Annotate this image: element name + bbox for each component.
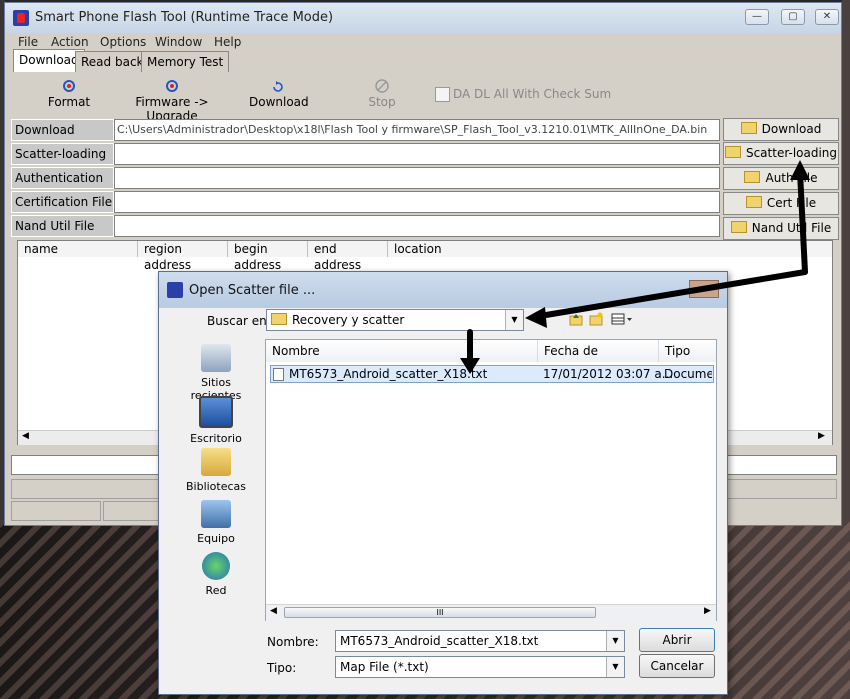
arrowhead-icon bbox=[790, 160, 810, 180]
annotation-arrows bbox=[460, 160, 810, 374]
arrow-up-to-scatter-loading bbox=[797, 169, 808, 275]
arrowhead-icon bbox=[460, 358, 480, 374]
arrow-to-look-in bbox=[537, 269, 808, 319]
arrowhead-icon bbox=[525, 307, 547, 328]
